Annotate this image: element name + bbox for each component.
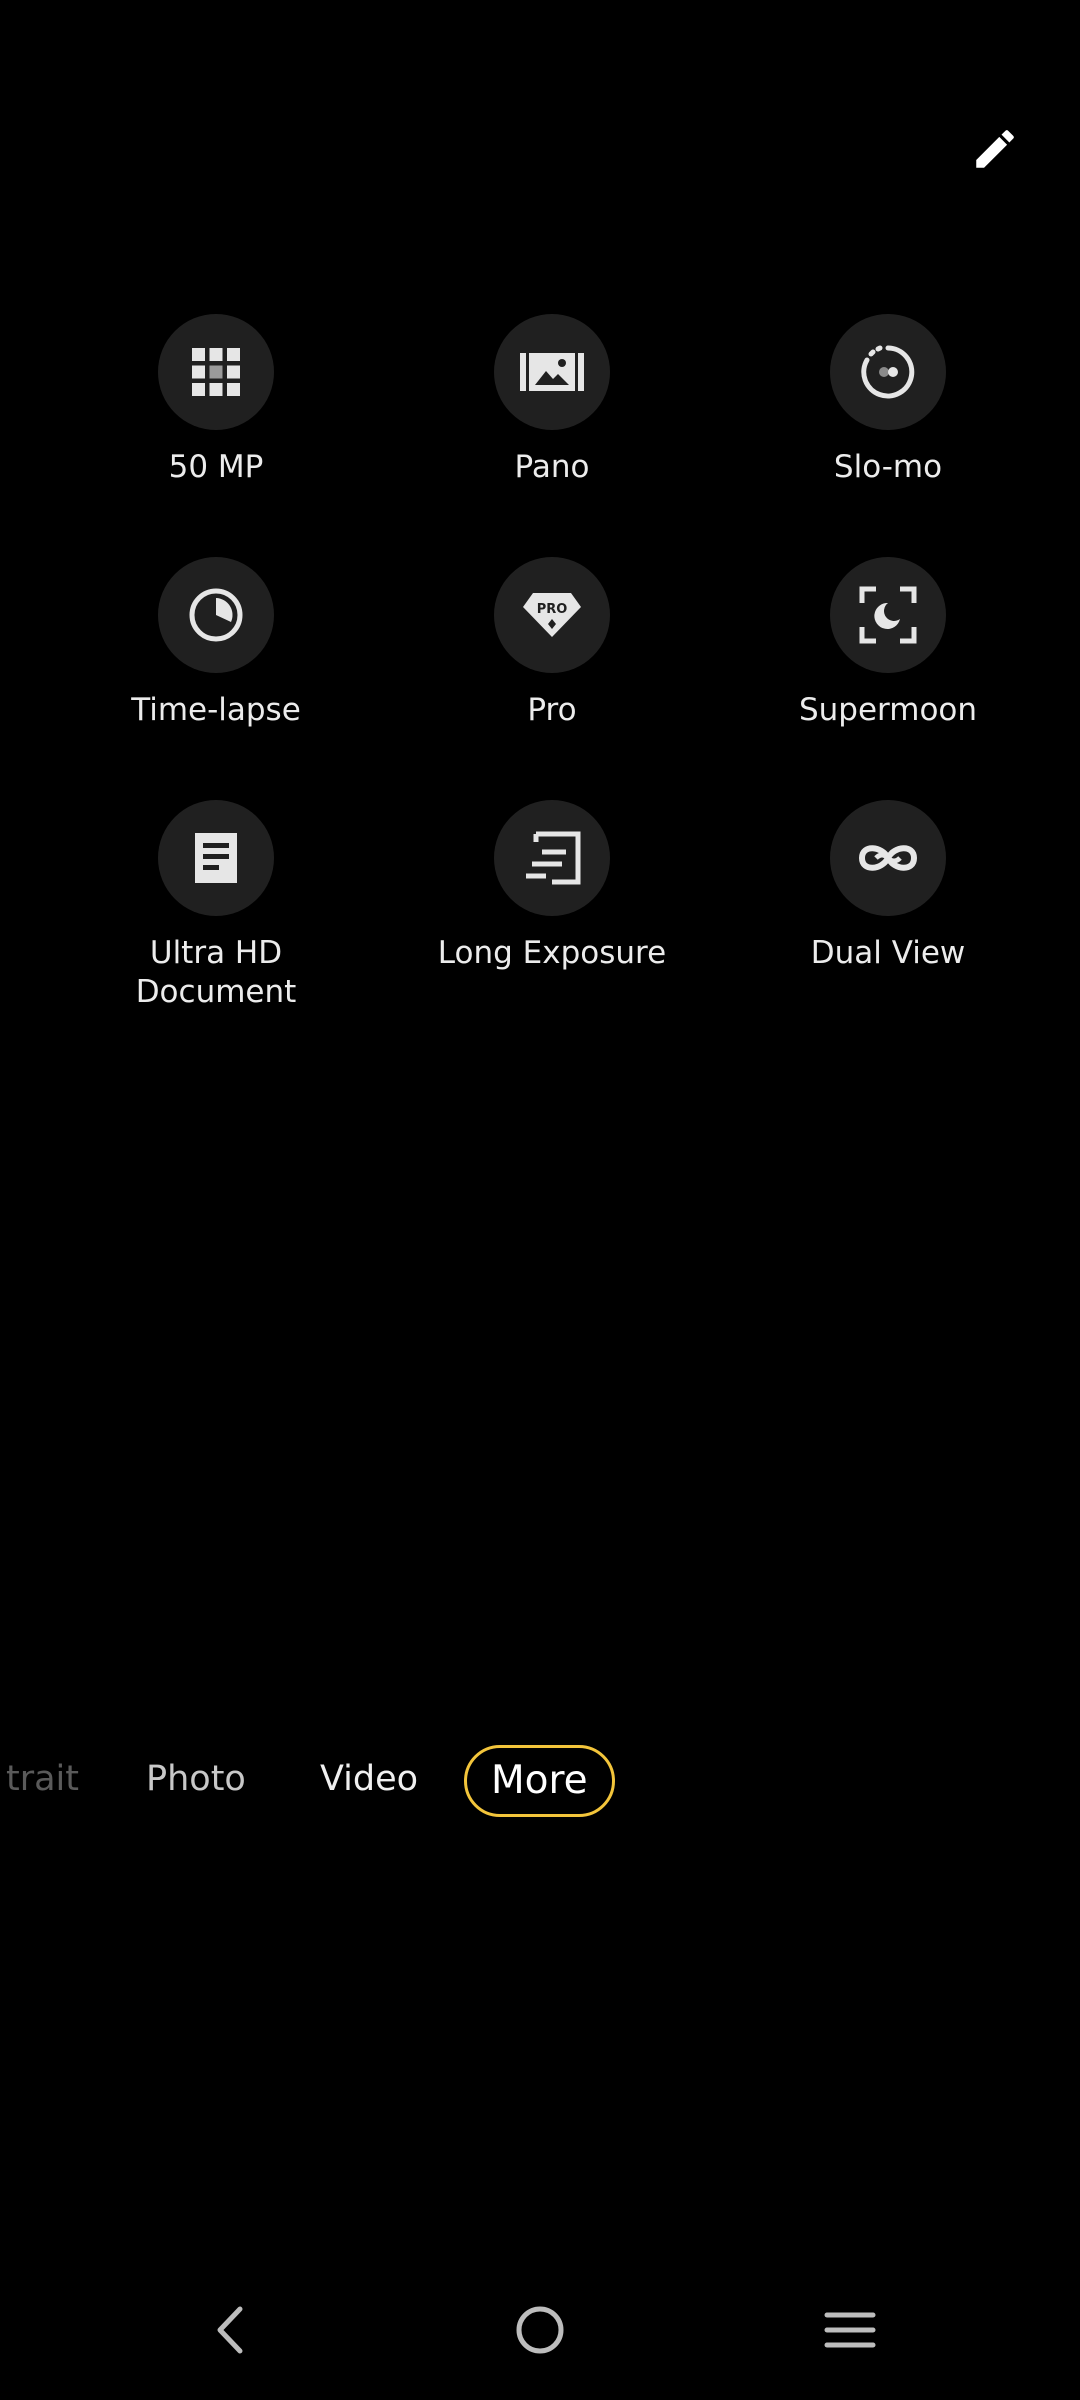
home-icon bbox=[516, 2306, 564, 2354]
mode-slo-mo[interactable]: Slo-mo bbox=[738, 314, 1038, 487]
mode-label: 50 MP bbox=[168, 449, 264, 485]
mode-pano-circle bbox=[494, 314, 610, 430]
mode-label: Ultra HD Document bbox=[135, 935, 297, 1010]
camera-mode-bar: trait Photo Video More bbox=[0, 1744, 1080, 1818]
mode-pro-circle: PRO bbox=[494, 557, 610, 673]
tab-portrait[interactable]: trait bbox=[6, 1744, 79, 1814]
back-button[interactable] bbox=[180, 2280, 280, 2380]
mode-slo-mo-circle bbox=[830, 314, 946, 430]
mode-ultra-hd-document-circle bbox=[158, 800, 274, 916]
mode-supermoon-circle bbox=[830, 557, 946, 673]
mode-label: Long Exposure bbox=[437, 935, 667, 971]
mode-ultra-hd-document[interactable]: Ultra HD Document bbox=[66, 800, 366, 1012]
mode-time-lapse[interactable]: Time-lapse bbox=[66, 557, 366, 730]
panorama-icon bbox=[520, 353, 584, 391]
tab-photo[interactable]: Photo bbox=[146, 1744, 246, 1814]
pro-diamond-icon: PRO bbox=[523, 593, 581, 637]
mode-dual-view[interactable]: Dual View bbox=[738, 800, 1038, 973]
mode-supermoon[interactable]: Supermoon bbox=[738, 557, 1038, 730]
pencil-icon bbox=[976, 130, 1014, 168]
mode-time-lapse-circle bbox=[158, 557, 274, 673]
long-exposure-icon bbox=[526, 831, 581, 885]
camera-more-modes-screen: 50 MP Pano Slo-mo Time-lapse PRO Pro Sup… bbox=[0, 0, 1080, 2400]
mode-50mp-circle bbox=[158, 314, 274, 430]
clock-icon bbox=[189, 588, 243, 642]
edit-button[interactable] bbox=[958, 112, 1032, 186]
slow-motion-icon bbox=[861, 345, 915, 399]
home-button[interactable] bbox=[490, 2280, 590, 2380]
mode-long-exposure-circle bbox=[494, 800, 610, 916]
mode-pro[interactable]: PRO Pro bbox=[402, 557, 702, 730]
grid-icon bbox=[192, 348, 240, 396]
infinity-icon bbox=[858, 845, 918, 871]
mode-pano[interactable]: Pano bbox=[402, 314, 702, 487]
mode-dual-view-circle bbox=[830, 800, 946, 916]
moon-focus-icon bbox=[859, 586, 917, 644]
mode-label: Supermoon bbox=[798, 692, 978, 728]
mode-label: Pro bbox=[527, 692, 577, 728]
tab-video[interactable]: Video bbox=[320, 1744, 418, 1814]
tab-more[interactable]: More bbox=[464, 1745, 615, 1817]
mode-label: Time-lapse bbox=[131, 692, 301, 728]
document-icon bbox=[195, 833, 237, 883]
menu-button[interactable] bbox=[800, 2280, 900, 2380]
mode-label: Dual View bbox=[810, 935, 966, 971]
back-icon bbox=[217, 2306, 243, 2354]
mode-label: Slo-mo bbox=[833, 449, 943, 485]
mode-50mp[interactable]: 50 MP bbox=[66, 314, 366, 487]
system-nav-bar bbox=[0, 2260, 1080, 2400]
mode-long-exposure[interactable]: Long Exposure bbox=[402, 800, 702, 973]
svg-text:PRO: PRO bbox=[537, 602, 568, 617]
mode-label: Pano bbox=[514, 449, 590, 485]
menu-icon bbox=[824, 2312, 876, 2348]
